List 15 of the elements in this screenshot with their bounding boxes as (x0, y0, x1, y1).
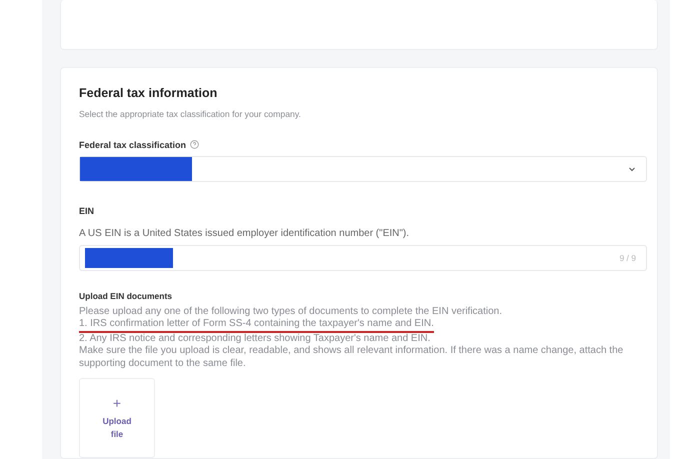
upload-title: Upload EIN documents (79, 290, 174, 300)
help-icon[interactable] (190, 140, 200, 149)
instruction-text: Make sure the file you upload is clear, readable, and shows all relevant information. If there was a name change, attach the supporting document to the same file. (79, 345, 624, 370)
section-title: Federal tax information (79, 86, 218, 100)
upload-button[interactable]: + Upload file (79, 378, 155, 458)
section-subtitle: Select the appropriate tax classification for your company. (79, 108, 302, 118)
character-counter: 9 / 9 (619, 252, 636, 262)
chevron-down-icon (628, 164, 636, 172)
field-description: A US EIN is a United States issued employer identification number ("EIN"). (79, 228, 410, 238)
field-label: EIN (79, 206, 94, 216)
instruction-text: Please upload any one of the following two types of documents to complete the EIN verification. (79, 306, 504, 318)
select-field[interactable] (79, 156, 647, 182)
instruction-text: 2. Any IRS notice and corresponding letters showing Taxpayer's name and EIN. (79, 332, 432, 345)
field-label: Federal tax classification (79, 140, 186, 150)
instruction-text: 1. IRS confirmation letter of Form SS-4 containing the taxpayer's name and EIN. (79, 318, 434, 332)
